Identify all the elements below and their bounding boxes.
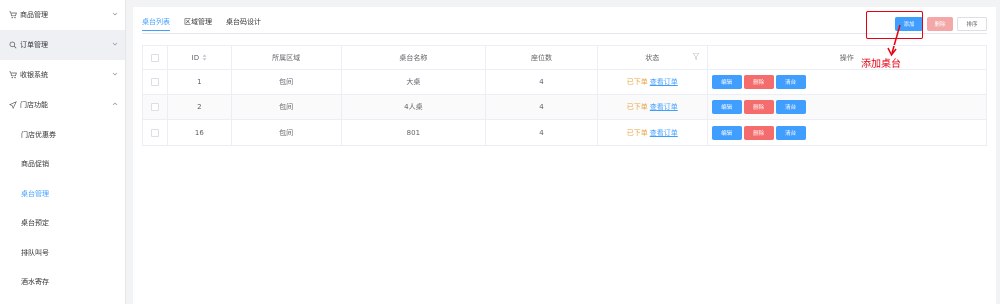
header-id[interactable]: ID — [168, 46, 232, 69]
sidebar-subitem-reservations[interactable]: 桌台预定 — [0, 209, 125, 239]
cell-status: 已下单 查看订单 — [598, 95, 708, 119]
tab-area-management[interactable]: 区域管理 — [184, 17, 212, 31]
header-status: 状态 — [598, 46, 708, 69]
header-seats: 座位数 — [486, 46, 598, 69]
sidebar-subitem-table-management[interactable]: 桌台管理 — [0, 179, 125, 209]
select-all-checkbox[interactable] — [150, 53, 159, 62]
sort-icon[interactable] — [202, 54, 207, 61]
row-checkbox-cell — [143, 95, 168, 119]
cell-area: 包间 — [232, 70, 342, 94]
sidebar-item-label: 商品管理 — [20, 11, 48, 19]
tabs-divider — [142, 33, 987, 34]
clear-table-button[interactable]: 清台 — [775, 75, 806, 89]
cell-id: 16 — [168, 120, 232, 145]
sidebar-subitem-drink-storage[interactable]: 酒水寄存 — [0, 268, 125, 298]
row-checkbox-cell — [143, 70, 168, 94]
sort-button[interactable]: 排序 — [957, 17, 987, 31]
sidebar-item-label: 收银系统 — [20, 71, 48, 79]
edit-button[interactable]: 编辑 — [711, 125, 742, 140]
send-icon — [8, 101, 17, 110]
tab-table-list[interactable]: 桌台列表 — [142, 17, 170, 31]
delete-row-button[interactable]: 删除 — [743, 125, 774, 140]
cell-id: 2 — [168, 95, 232, 119]
view-order-link[interactable]: 查看订单 — [650, 102, 678, 112]
clear-table-button[interactable]: 清台 — [775, 125, 806, 140]
chevron-down-icon — [112, 12, 118, 16]
tab-bar: 桌台列表 区域管理 桌台码设计 — [142, 17, 261, 31]
row-checkbox[interactable] — [150, 78, 159, 86]
table-row: 1 包间 大桌 4 已下单 查看订单 编辑 删除 清台 — [143, 70, 986, 95]
delete-row-button[interactable]: 删除 — [743, 75, 774, 89]
row-checkbox-cell — [143, 120, 168, 145]
status-text: 已下单 — [626, 128, 648, 137]
cart-icon — [8, 11, 17, 20]
header-id-label: ID — [191, 53, 200, 62]
edit-button[interactable]: 编辑 — [711, 75, 742, 89]
cell-status: 已下单 查看订单 — [598, 70, 708, 94]
search-icon — [8, 41, 17, 50]
sidebar-item-label: 订单管理 — [20, 41, 48, 49]
status-text: 已下单 — [626, 103, 648, 111]
header-checkbox-cell — [143, 46, 168, 69]
header-area: 所属区域 — [232, 46, 342, 69]
tables-table: ID 所属区域 桌台名称 座位数 状态 操作 1 包间 大桌 4 已下单 查看订… — [142, 45, 987, 146]
cell-status: 已下单 查看订单 — [598, 120, 708, 145]
sidebar-item-store-functions[interactable]: 门店功能 — [0, 90, 125, 120]
cell-name: 801 — [342, 120, 487, 145]
header-ops: 操作 — [839, 53, 854, 62]
sidebar-item-orders[interactable]: 订单管理 — [0, 30, 125, 60]
cart-icon — [8, 71, 17, 80]
cell-seats: 4 — [486, 95, 598, 119]
table-header-row: ID 所属区域 桌台名称 座位数 状态 操作 — [143, 46, 986, 70]
chevron-down-icon — [112, 72, 118, 76]
edit-button[interactable]: 编辑 — [711, 100, 742, 114]
delete-row-button[interactable]: 删除 — [743, 100, 774, 114]
clear-table-button[interactable]: 清台 — [775, 100, 806, 114]
cell-name: 4人桌 — [342, 95, 487, 119]
main-panel: 桌台列表 区域管理 桌台码设计 添加 删除 排序 添加桌台 ID 所属区域 桌台… — [133, 7, 996, 304]
cell-ops: 编辑 删除 清台 — [708, 70, 986, 94]
cell-name: 大桌 — [342, 70, 487, 94]
row-checkbox[interactable] — [150, 128, 159, 137]
cell-seats: 4 — [486, 120, 598, 145]
sidebar-item-cashier[interactable]: 收银系统 — [0, 60, 125, 90]
cell-ops: 编辑 删除 清台 — [708, 95, 986, 119]
filter-icon[interactable] — [692, 53, 699, 60]
cell-id: 1 — [168, 70, 232, 94]
tab-qr-design[interactable]: 桌台码设计 — [226, 17, 261, 31]
status-text: 已下单 — [626, 78, 648, 86]
cell-seats: 4 — [486, 70, 598, 94]
chevron-up-icon — [112, 102, 118, 106]
row-checkbox[interactable] — [150, 103, 159, 111]
header-name: 桌台名称 — [342, 46, 487, 69]
header-status-label: 状态 — [645, 53, 660, 62]
sidebar-subitem-queue[interactable]: 排队叫号 — [0, 238, 125, 268]
cell-area: 包间 — [232, 120, 342, 145]
cell-area: 包间 — [232, 95, 342, 119]
sidebar-item-products[interactable]: 商品管理 — [0, 0, 125, 30]
table-row: 2 包间 4人桌 4 已下单 查看订单 编辑 删除 清台 — [143, 95, 986, 120]
sidebar-subitem-promotions[interactable]: 商品促销 — [0, 150, 125, 180]
table-row: 16 包间 801 4 已下单 查看订单 编辑 删除 清台 — [143, 120, 986, 145]
view-order-link[interactable]: 查看订单 — [650, 128, 678, 138]
sidebar-item-label: 门店功能 — [20, 101, 48, 109]
view-order-link[interactable]: 查看订单 — [650, 77, 678, 87]
chevron-down-icon — [112, 42, 118, 46]
sidebar: 商品管理 订单管理 收银系统 门店功能 门店优惠券 商品促销 桌台管理 桌台预定… — [0, 0, 126, 304]
sidebar-subitem-coupons[interactable]: 门店优惠券 — [0, 120, 125, 150]
delete-button[interactable]: 删除 — [927, 17, 953, 31]
cell-ops: 编辑 删除 清台 — [708, 120, 986, 145]
